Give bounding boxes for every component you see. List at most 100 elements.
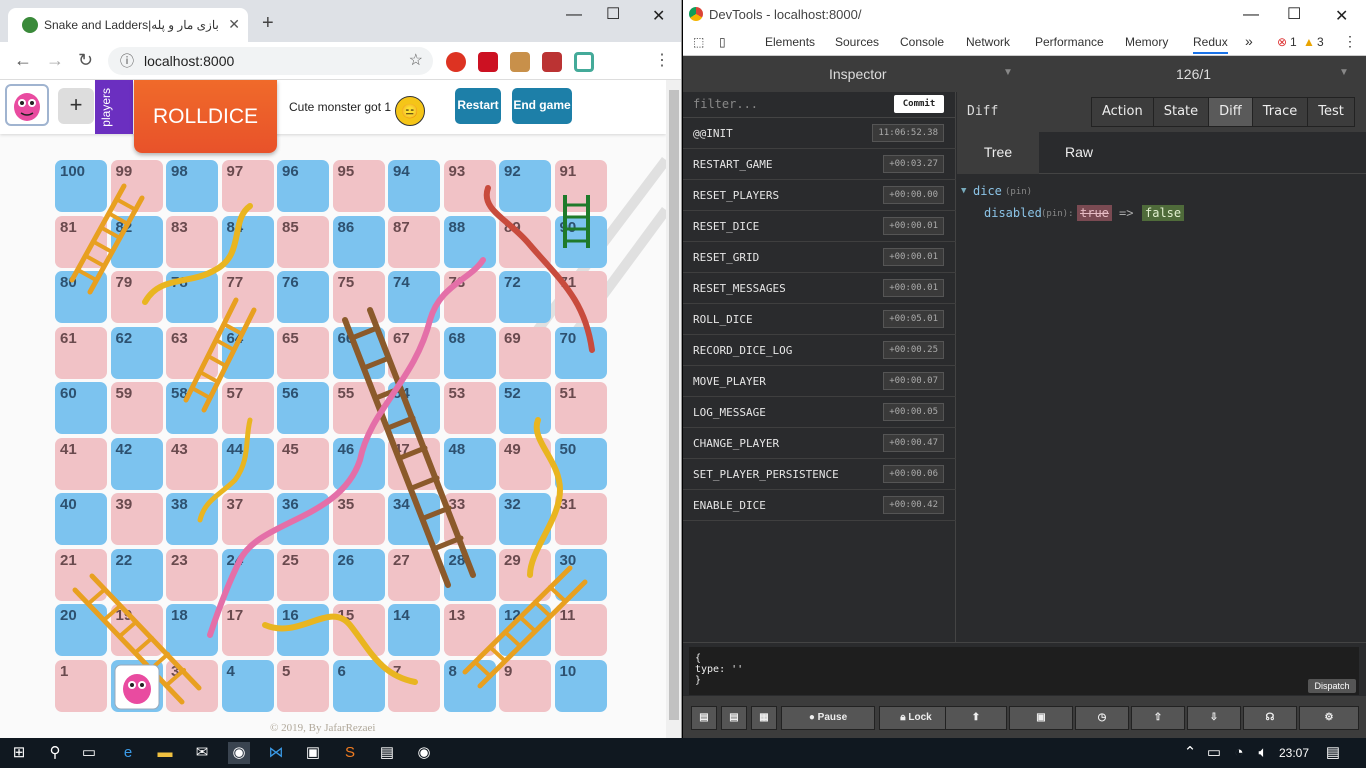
instance-select[interactable]: 126/1 (1176, 66, 1211, 82)
app-icon[interactable]: ▤ (376, 742, 398, 764)
layout-bottom-icon[interactable]: ▦ (751, 706, 777, 730)
action-time[interactable]: +00:00.00 (883, 186, 944, 204)
tree-tab[interactable]: Tree (957, 132, 1039, 174)
notifications-icon[interactable]: ▤ (1322, 742, 1344, 764)
expand-arrow-icon[interactable]: ▼ (961, 186, 966, 196)
remote-icon[interactable]: ☊ (1243, 706, 1297, 730)
action-row[interactable]: RESET_MESSAGES +00:00.01 (683, 273, 956, 304)
terminal-icon[interactable]: ▣ (302, 742, 324, 764)
action-row[interactable]: RESET_GRID +00:00.01 (683, 242, 956, 273)
action-time[interactable]: 11:06:52.38 (872, 124, 944, 142)
filter-input[interactable]: filter... (693, 97, 758, 111)
minimize-icon[interactable]: — (566, 6, 582, 24)
tab-redux[interactable]: Redux (1193, 35, 1228, 54)
close-window-icon[interactable]: ✕ (652, 6, 665, 26)
maximize-icon[interactable]: ☐ (1287, 4, 1301, 24)
maximize-icon[interactable]: ☐ (606, 4, 620, 24)
search-icon[interactable]: ⚲ (44, 742, 66, 764)
menu-dots-icon[interactable]: ⋮ (654, 50, 670, 70)
page-scrollbar[interactable] (666, 80, 681, 738)
minimize-icon[interactable]: — (1243, 6, 1259, 24)
error-count[interactable]: 1 (1290, 35, 1297, 49)
action-time[interactable]: +00:00.25 (883, 341, 944, 359)
action-row[interactable]: CHANGE_PLAYER +00:00.47 (683, 428, 956, 459)
clock[interactable]: 23:07 (1279, 746, 1309, 760)
tab-network[interactable]: Network (966, 35, 1010, 49)
task-view-icon[interactable]: ▭ (78, 742, 100, 764)
extension-gear-icon[interactable] (542, 52, 562, 72)
diff-key[interactable]: dice (973, 184, 1002, 198)
action-time[interactable]: +00:00.01 (883, 217, 944, 235)
players-tab[interactable]: players (95, 80, 133, 134)
wifi-icon[interactable]: ◔ (1228, 742, 1250, 764)
vscode-icon[interactable]: ⋈ (265, 742, 287, 764)
tab-memory[interactable]: Memory (1125, 35, 1168, 49)
action-row[interactable]: RESET_DICE +00:00.01 (683, 211, 956, 242)
sublime-icon[interactable]: S (339, 742, 361, 764)
end-game-button[interactable]: End game (512, 88, 572, 124)
browser-tab[interactable]: Snake and Ladders|بازی مار و پله ✕ (8, 8, 248, 42)
pin-icon[interactable]: ⬆ (945, 706, 1007, 730)
lock-button[interactable]: 🔒︎ Lock (879, 706, 953, 730)
pause-button[interactable]: ● Pause (781, 706, 875, 730)
settings-dots-icon[interactable]: ⋮ (1343, 33, 1357, 50)
dispatch-button[interactable]: Dispatch (1308, 679, 1356, 693)
action-row[interactable]: ENABLE_DICE +00:00.42 (683, 490, 956, 521)
chevron-down-icon[interactable]: ▼ (1003, 67, 1013, 78)
tab-elements[interactable]: Elements (765, 35, 815, 49)
action-time[interactable]: +00:00.47 (883, 434, 944, 452)
action-row[interactable]: @@INIT 11:06:52.38 (683, 118, 956, 149)
action-row[interactable]: RESET_PLAYERS +00:00.00 (683, 180, 956, 211)
action-time[interactable]: +00:05.01 (883, 310, 944, 328)
mail-icon[interactable]: ✉ (191, 742, 213, 764)
restart-button[interactable]: Restart (455, 88, 501, 124)
action-row[interactable]: ROLL_DICE +00:05.01 (683, 304, 956, 335)
chart-icon[interactable]: ▣ (1009, 706, 1073, 730)
action-editor[interactable]: { type: '' } (689, 647, 1359, 695)
timer-icon[interactable]: ◷ (1075, 706, 1129, 730)
device-toolbar-icon[interactable]: ▯ (719, 35, 726, 49)
warning-count[interactable]: 3 (1317, 35, 1324, 49)
extension-face-icon[interactable] (510, 52, 530, 72)
volume-icon[interactable]: 🔈︎ (1252, 742, 1274, 764)
chrome-taskbar-icon[interactable]: ◉ (228, 742, 250, 764)
add-player-button[interactable]: + (58, 88, 94, 124)
layout-right-icon[interactable]: ▤ (721, 706, 747, 730)
action-time[interactable]: +00:03.27 (883, 155, 944, 173)
extension-red-icon[interactable] (478, 52, 498, 72)
tab-action[interactable]: Action (1092, 98, 1154, 126)
tab-state[interactable]: State (1154, 98, 1210, 126)
file-explorer-icon[interactable]: ▬ (154, 742, 176, 764)
commit-button[interactable]: Commit (894, 95, 944, 113)
back-icon[interactable]: ← (14, 50, 32, 71)
bookmark-star-icon[interactable]: ☆ (409, 50, 423, 70)
scrollbar-thumb[interactable] (669, 90, 679, 720)
tab-performance[interactable]: Performance (1035, 35, 1104, 49)
raw-tab[interactable]: Raw (1039, 132, 1119, 174)
info-icon[interactable]: ⓘ (120, 51, 134, 71)
tab-test[interactable]: Test (1308, 98, 1354, 126)
export-icon[interactable]: ⇧ (1131, 706, 1185, 730)
action-time[interactable]: +00:00.01 (883, 279, 944, 297)
close-window-icon[interactable]: ✕ (1335, 6, 1348, 26)
address-bar[interactable]: ⓘ localhost:8000 ☆ (108, 47, 433, 75)
tab-trace[interactable]: Trace (1253, 98, 1309, 126)
prop-pin-label[interactable]: (pin): (1041, 209, 1074, 219)
close-tab-icon[interactable]: ✕ (228, 16, 240, 33)
tray-chevron-icon[interactable]: ⌃ (1179, 742, 1201, 764)
action-row[interactable]: SET_PLAYER_PERSISTENCE +00:00.06 (683, 459, 956, 490)
inspect-element-icon[interactable]: ⬚ (693, 35, 704, 49)
adblock-icon[interactable] (446, 52, 466, 72)
tab-diff[interactable]: Diff (1209, 98, 1253, 126)
forward-icon[interactable]: → (46, 50, 64, 71)
pin-label[interactable]: (pin) (1005, 187, 1032, 197)
player-avatar-button[interactable] (5, 84, 49, 126)
battery-icon[interactable]: ▭ (1203, 742, 1225, 764)
edge-icon[interactable]: e (117, 742, 139, 764)
settings-icon[interactable]: ⚙ (1299, 706, 1359, 730)
action-time[interactable]: +00:00.06 (883, 465, 944, 483)
more-tabs-icon[interactable]: » (1245, 33, 1253, 49)
action-row[interactable]: RESTART_GAME +00:03.27 (683, 149, 956, 180)
chrome-taskbar-icon-2[interactable]: ◉ (413, 742, 435, 764)
extension-circle-icon[interactable] (574, 52, 594, 72)
